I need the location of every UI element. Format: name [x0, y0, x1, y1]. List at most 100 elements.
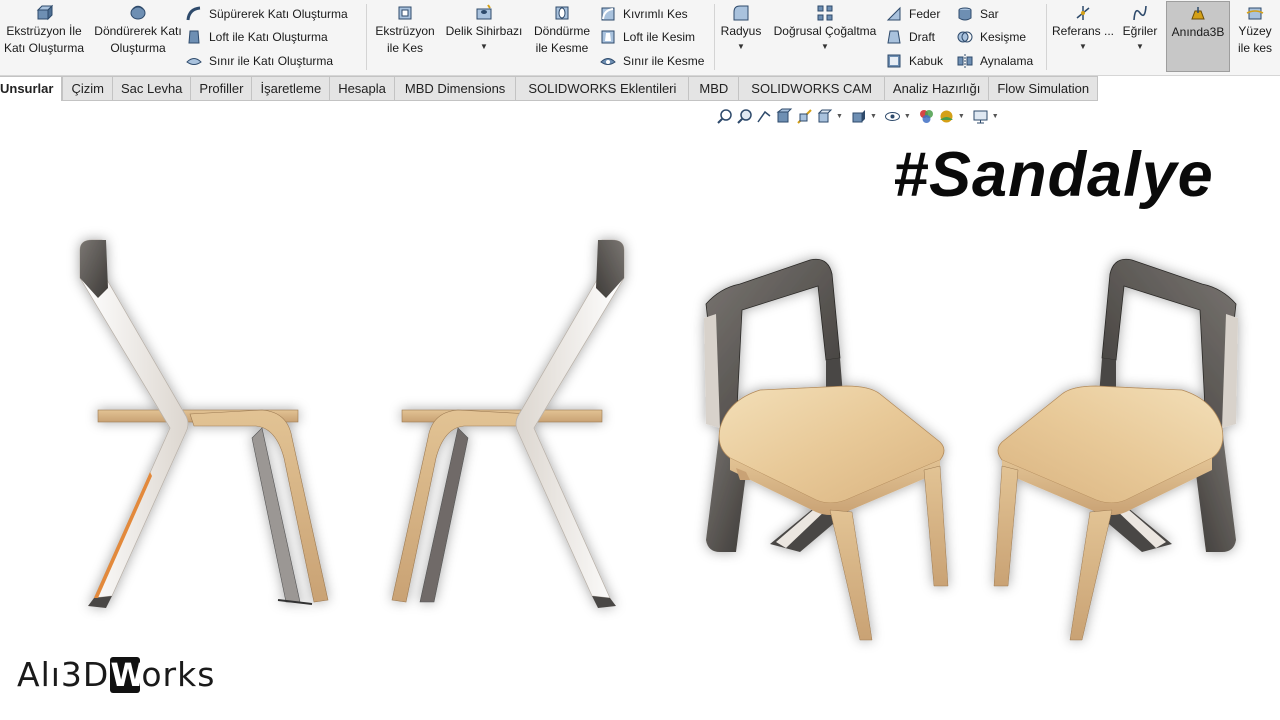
fillet-label: Radyus: [720, 24, 762, 38]
reference-geometry-dropdown-icon[interactable]: ▼: [1079, 42, 1087, 52]
shell-icon: [887, 54, 901, 68]
chair-isometric-view-left[interactable]: [704, 258, 949, 641]
intersect-icon: [957, 31, 973, 43]
linear-pattern-icon: [817, 5, 833, 21]
logo-suffix: orks: [141, 655, 216, 694]
swept-cut-label: Kıvrımlı Kes: [623, 7, 688, 21]
apply-scene-dropdown-icon[interactable]: ▼: [958, 113, 965, 120]
tab-mbd[interactable]: MBD: [689, 76, 740, 101]
boundary-cut-button[interactable]: Sınır ile Kesme: [600, 51, 704, 71]
linear-pattern-label: Doğrusal Çoğaltma: [773, 24, 877, 38]
surface-cut-icon: [1246, 7, 1264, 20]
swept-boss-label: Süpürerek Katı Oluşturma: [209, 7, 348, 21]
view-settings-icon[interactable]: [972, 108, 989, 125]
instant3d-icon: [1191, 7, 1205, 20]
linear-pattern-dropdown-icon[interactable]: ▼: [821, 42, 829, 52]
tab-mbd-dimensions[interactable]: MBD Dimensions: [394, 76, 517, 101]
curves-icon: [1133, 5, 1147, 21]
swept-cut-button[interactable]: Kıvrımlı Kes: [600, 4, 688, 24]
reference-geometry-button[interactable]: Referans ... ▼: [1050, 4, 1116, 52]
surface-cut-button[interactable]: Yüzey ile kes: [1232, 4, 1278, 57]
tab-cizim[interactable]: Çizim: [62, 76, 113, 101]
revolve-cut-button[interactable]: Döndürme ile Kesme: [528, 4, 596, 57]
hole-wizard-label: Delik Sihirbazı: [445, 24, 523, 38]
wrap-button[interactable]: Sar: [957, 4, 999, 24]
dynamic-annotation-icon[interactable]: [796, 108, 813, 125]
chair-side-view-right[interactable]: [391, 239, 625, 608]
loft-cut-label: Loft ile Kesim: [623, 30, 696, 44]
tab-profiller[interactable]: Profiller: [191, 76, 253, 101]
revolve-boss-button[interactable]: Döndürerek Katı Oluşturma: [94, 4, 182, 57]
view-orientation-icon[interactable]: [816, 108, 833, 125]
surface-cut-label: Yüzey ile kes: [1237, 24, 1272, 55]
chair-side-view-left[interactable]: [79, 239, 329, 608]
rib-icon: [886, 6, 901, 21]
extrude-boss-label: Ekstrüzyon İle Katı Oluşturma: [3, 24, 85, 55]
mirror-button[interactable]: Aynalama: [957, 51, 1033, 71]
tab-analiz-hazirligi[interactable]: Analiz Hazırlığı: [884, 76, 990, 101]
linear-pattern-button[interactable]: Doğrusal Çoğaltma ▼: [766, 4, 884, 52]
instant3d-button[interactable]: Anında3B: [1166, 1, 1230, 72]
tab-sac-levha[interactable]: Sac Levha: [112, 76, 192, 101]
graphics-area[interactable]: [0, 128, 1280, 720]
zoom-to-area-icon[interactable]: [736, 108, 753, 125]
revolve-cut-label: Döndürme ile Kesme: [533, 24, 591, 55]
curves-label: Eğriler: [1122, 24, 1158, 38]
swept-cut-icon: [601, 7, 615, 21]
chair-isometric-view-right[interactable]: [993, 258, 1238, 641]
boundary-boss-button[interactable]: Sınır ile Katı Oluşturma: [186, 51, 333, 71]
shell-label: Kabuk: [909, 54, 944, 68]
apply-scene-icon[interactable]: [938, 108, 955, 125]
wrap-label: Sar: [980, 7, 999, 21]
reference-geometry-icon: [1076, 6, 1090, 20]
ribbon-separator: [1046, 4, 1047, 70]
loft-cut-icon: [601, 30, 615, 44]
reference-geometry-label: Referans ...: [1051, 24, 1115, 38]
curves-dropdown-icon[interactable]: ▼: [1136, 42, 1144, 52]
channel-logo: Alı3D Works: [17, 655, 215, 694]
draft-button[interactable]: Draft: [886, 27, 935, 47]
section-view-icon[interactable]: [776, 108, 793, 125]
hide-show-dropdown-icon[interactable]: ▼: [904, 113, 911, 120]
fillet-dropdown-icon[interactable]: ▼: [737, 42, 745, 52]
display-style-icon[interactable]: [850, 108, 867, 125]
loft-boss-icon: [188, 30, 200, 44]
loft-cut-button[interactable]: Loft ile Kesim: [600, 27, 695, 47]
rib-label: Feder: [909, 7, 941, 21]
tab-isaretleme[interactable]: İşaretleme: [252, 76, 331, 101]
extrude-boss-button[interactable]: Ekstrüzyon İle Katı Oluşturma: [2, 4, 86, 57]
draft-icon: [887, 30, 901, 44]
tab-hesapla[interactable]: Hesapla: [330, 76, 395, 101]
edit-appearance-icon[interactable]: [918, 108, 935, 125]
command-manager-ribbon: Ekstrüzyon İle Katı Oluşturma Döndürerek…: [0, 0, 1280, 76]
swept-boss-icon: [186, 6, 201, 21]
fillet-button[interactable]: Radyus ▼: [718, 4, 764, 52]
zoom-to-fit-icon[interactable]: [716, 108, 733, 125]
display-style-dropdown-icon[interactable]: ▼: [870, 113, 877, 120]
heads-up-view-toolbar: ▼ ▼ ▼ ▼ ▼: [716, 106, 1003, 126]
intersect-label: Kesişme: [980, 30, 1027, 44]
previous-view-icon[interactable]: [756, 108, 773, 125]
boundary-cut-icon: [600, 58, 616, 65]
boundary-cut-label: Sınır ile Kesme: [623, 54, 705, 68]
logo-mark: W: [110, 655, 147, 694]
view-settings-dropdown-icon[interactable]: ▼: [992, 113, 999, 120]
tab-solidworks-cam[interactable]: SOLIDWORKS CAM: [739, 76, 885, 101]
draft-label: Draft: [909, 30, 936, 44]
tab-solidworks-eklentileri[interactable]: SOLIDWORKS Eklentileri: [516, 76, 690, 101]
swept-boss-button[interactable]: Süpürerek Katı Oluşturma: [186, 4, 348, 24]
hole-wizard-dropdown-icon[interactable]: ▼: [480, 42, 488, 52]
shell-button[interactable]: Kabuk: [886, 51, 943, 71]
loft-boss-label: Loft ile Katı Oluşturma: [209, 30, 328, 44]
tab-unsurlar[interactable]: Unsurlar: [0, 76, 63, 101]
intersect-button[interactable]: Kesişme: [957, 27, 1026, 47]
rib-button[interactable]: Feder: [886, 4, 940, 24]
loft-boss-button[interactable]: Loft ile Katı Oluşturma: [186, 27, 328, 47]
hide-show-items-icon[interactable]: [884, 108, 901, 125]
revolve-boss-label: Döndürerek Katı Oluşturma: [94, 24, 182, 55]
curves-button[interactable]: Eğriler ▼: [1118, 4, 1162, 52]
extrude-cut-button[interactable]: Ekstrüzyon ile Kes: [370, 4, 440, 57]
hole-wizard-button[interactable]: Delik Sihirbazı ▼: [442, 4, 526, 52]
tab-flow-simulation[interactable]: Flow Simulation: [989, 76, 1099, 101]
view-orientation-dropdown-icon[interactable]: ▼: [836, 113, 843, 120]
